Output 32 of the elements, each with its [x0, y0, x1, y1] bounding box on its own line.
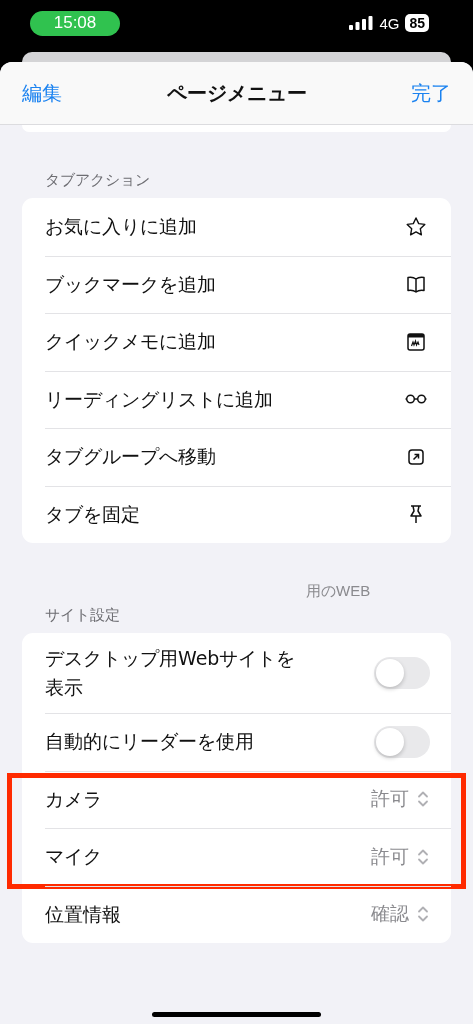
note-icon [405, 330, 427, 353]
star-icon [405, 215, 427, 238]
home-indicator[interactable] [152, 1012, 321, 1017]
value-picker[interactable]: 確認 [371, 901, 429, 928]
menu-item[interactable]: お気に入りに追加 [22, 198, 451, 256]
signal-icon [349, 16, 374, 30]
menu-item[interactable]: タブグループへ移動 [22, 428, 451, 486]
edit-button[interactable]: 編集 [22, 79, 62, 107]
menu-item[interactable]: ブックマークを追加 [22, 255, 451, 313]
chevron-updown-icon [417, 790, 429, 809]
menu-item[interactable]: クイックメモに追加 [22, 313, 451, 371]
menu-item[interactable]: タブを固定 [22, 485, 451, 543]
row-label: 自動的にリーダーを使用 [45, 729, 255, 755]
value-picker[interactable]: 許可 [371, 843, 429, 870]
section-header: サイト設定 [44, 605, 121, 625]
menu-item[interactable]: リーディングリストに追加 [22, 370, 451, 428]
chevron-updown-icon [417, 905, 429, 924]
row-label: 位置情報 [45, 901, 122, 927]
battery-level: 85 [405, 14, 429, 32]
row-label: マイク [45, 844, 103, 870]
section-header: タブアクション [44, 170, 151, 190]
chevron-updown-icon [417, 847, 429, 866]
row-label: カメラ [45, 786, 103, 812]
clipped-text: 用のWEB [305, 582, 372, 600]
toggle-switch[interactable] [374, 657, 430, 689]
done-button[interactable]: 完了 [411, 79, 451, 107]
time: 15:08 [30, 10, 120, 36]
sheet-title: ページメニュー [166, 79, 307, 107]
toggle-switch[interactable] [374, 725, 430, 758]
value-picker[interactable]: 許可 [371, 786, 429, 813]
row-label: デスクトップ用Webサイトを表示 [45, 646, 297, 700]
network-type: 4G [379, 14, 400, 32]
